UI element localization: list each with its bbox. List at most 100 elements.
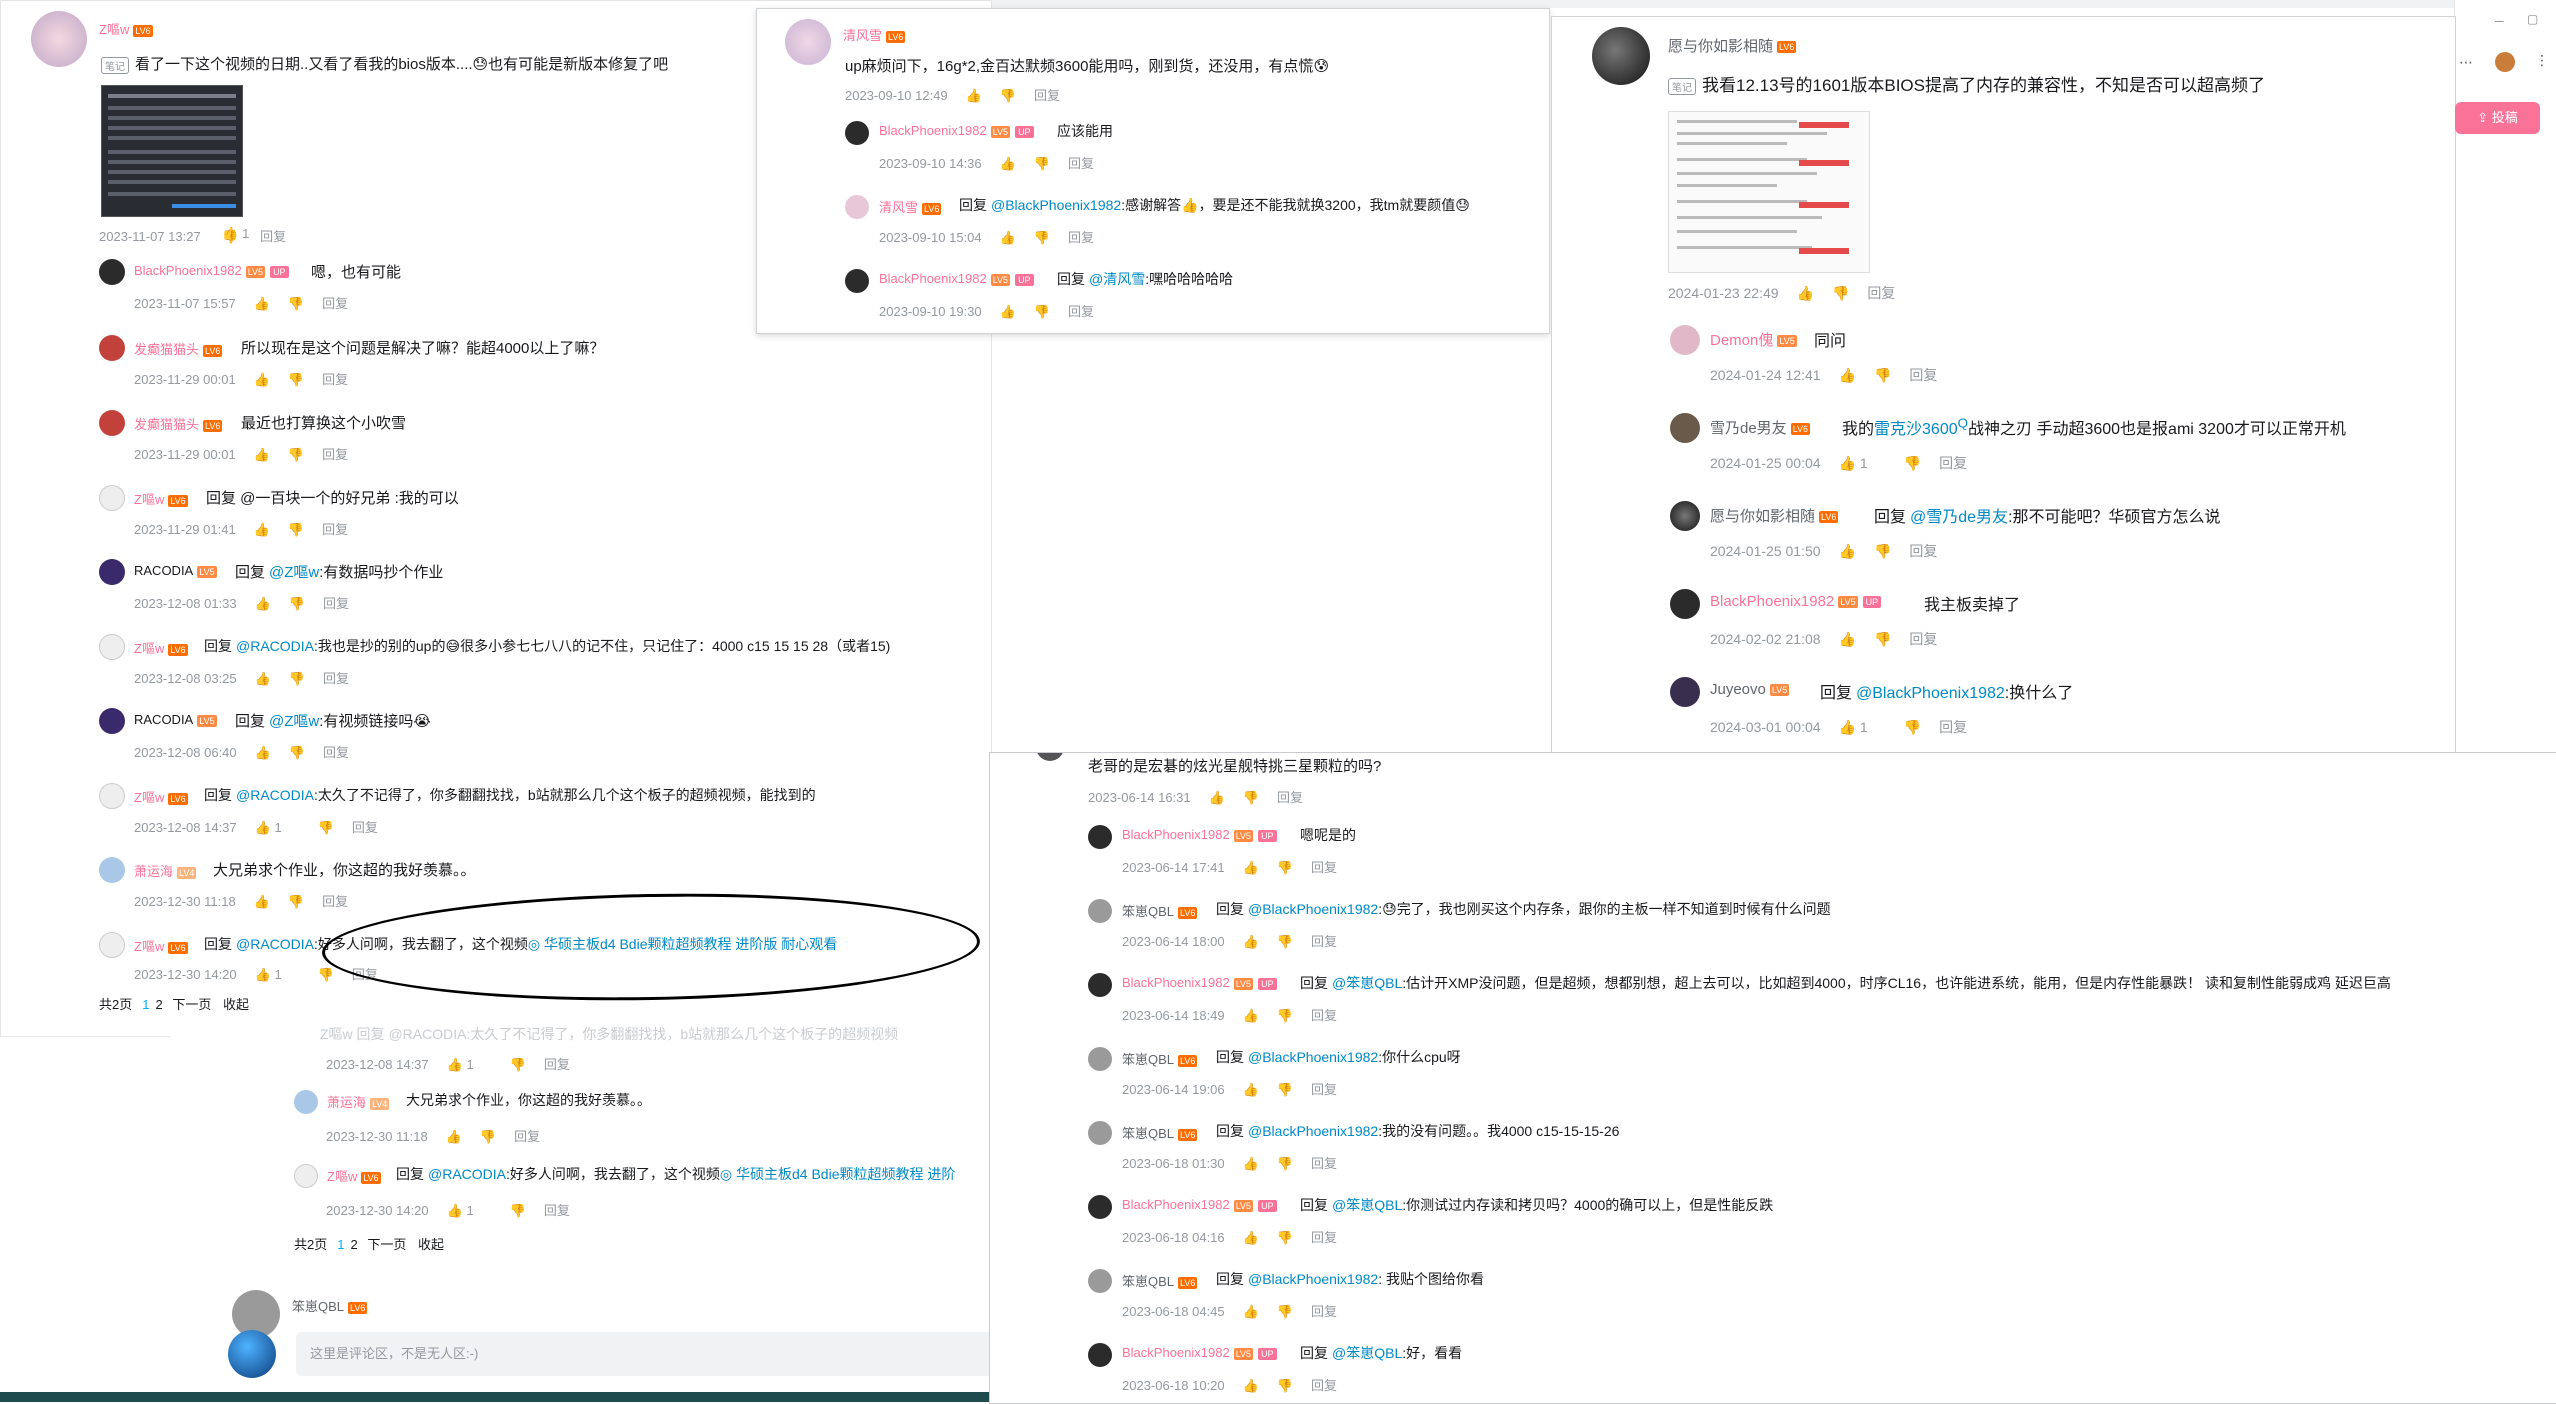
avatar[interactable] [1670,501,1700,531]
avatar[interactable] [1088,899,1112,923]
avatar[interactable] [99,857,125,883]
username[interactable]: RACODIA LV5 [134,712,217,727]
reply-button[interactable]: 回复 [544,1054,570,1073]
username[interactable]: Z嘔w LV6 [134,787,188,806]
avatar[interactable] [99,559,125,585]
mention-link[interactable]: @Z嘔w [269,564,319,581]
avatar[interactable] [294,1090,318,1114]
reply-button[interactable]: 回复 [1909,629,1937,649]
page-1[interactable]: 1 [337,1237,344,1252]
like-button[interactable]: 👍 [1243,1156,1259,1172]
mention-link[interactable]: @BlackPhoenix1982 [1248,1123,1378,1139]
dislike-button[interactable]: 👎 [1277,1304,1293,1320]
like-button[interactable]: 👍 [255,671,271,687]
username[interactable]: Demon傀 LV5 [1710,329,1797,350]
username[interactable]: 愿与你如影相随 LV6 [1710,505,1839,526]
avatar[interactable] [1088,825,1112,849]
dislike-button[interactable]: 👎 [289,745,305,761]
avatar[interactable] [99,335,125,361]
avatar[interactable] [31,11,87,67]
profile-icon[interactable] [2495,52,2515,72]
like-button[interactable]: 👍 [254,894,270,910]
mention-link[interactable]: @BlackPhoenix1982 [1856,685,2005,702]
user-avatar[interactable] [228,1330,276,1378]
like-button[interactable]: 👍 1 [255,820,300,836]
menu-icon[interactable]: ⋮ [2535,52,2549,69]
username[interactable]: 笨崽QBL LV6 [1122,1049,1198,1068]
dislike-button[interactable]: 👎 [1904,455,1921,472]
mention-link[interactable]: @BlackPhoenix1982 [1248,1049,1378,1065]
mention-link[interactable]: @BlackPhoenix1982 [1248,901,1378,917]
avatar[interactable] [294,1164,318,1188]
reply-button[interactable]: 回复 [322,293,348,312]
dislike-button[interactable]: 👎 [288,894,304,910]
avatar[interactable] [99,485,125,511]
username[interactable]: Z嘔w LV6 [134,489,188,508]
like-button[interactable]: 👍 [254,372,270,388]
mention-link[interactable]: @RACODIA [236,936,314,952]
like-button[interactable]: 👍 [1243,860,1259,876]
like-button[interactable]: 👍 [1000,230,1016,246]
reply-button[interactable]: 回复 [544,1200,570,1219]
mention-link[interactable]: @笨崽QBL [1332,975,1402,991]
like-button[interactable]: 👍 1 [1839,455,1886,472]
like-button[interactable]: 👍 1 [255,967,300,983]
like-button[interactable]: 👍 1 [222,226,267,242]
username[interactable]: RACODIA LV5 [134,563,217,578]
reply-button[interactable]: 回复 [322,444,348,463]
avatar[interactable] [1088,1343,1112,1367]
avatar[interactable] [1088,1269,1112,1293]
reply-button[interactable]: 回复 [1939,717,1967,737]
avatar[interactable] [845,195,869,219]
avatar[interactable] [99,259,125,285]
username[interactable]: 萧运海 LV4 [327,1092,390,1111]
window-maximize-icon[interactable]: ▢ [2527,12,2538,26]
reply-button[interactable]: 回复 [1068,227,1094,246]
like-button[interactable]: 👍 [1243,1304,1259,1320]
dislike-button[interactable]: 👎 [1277,1008,1293,1024]
dislike-button[interactable]: 👎 [1874,367,1891,384]
reply-button[interactable]: 回复 [1867,283,1895,303]
dislike-button[interactable]: 👎 [318,820,334,836]
video-link[interactable]: ◎ 华硕主板d4 Bdie颗粒超频教程 进阶 [720,1166,955,1182]
avatar[interactable] [1088,1047,1112,1071]
like-button[interactable]: 👍 [1839,631,1856,648]
dislike-button[interactable]: 👎 [1000,88,1016,104]
reply-button[interactable]: 回复 [1311,931,1337,950]
like-button[interactable]: 👍 1 [447,1057,492,1073]
avatar[interactable] [1088,973,1112,997]
username[interactable]: 萧运海 LV4 [134,861,197,880]
reply-button[interactable]: 回复 [352,817,378,836]
reply-button[interactable]: 回复 [322,891,348,910]
collapse-button[interactable]: 收起 [223,997,249,1012]
username[interactable]: BlackPhoenix1982 LV5 UP [879,271,1034,286]
collapse-button[interactable]: 收起 [418,1237,444,1252]
reply-button[interactable]: 回复 [322,519,348,538]
username[interactable]: Juyeovo LV5 [1710,681,1790,698]
avatar[interactable] [1088,1121,1112,1145]
username[interactable]: BlackPhoenix1982 LV5 UP [1122,827,1277,842]
dislike-button[interactable]: 👎 [288,522,304,538]
username[interactable]: 清风雪 LV6 [879,197,942,216]
bios-changelog-image[interactable] [1668,111,1870,273]
username[interactable]: Z嘔w LV6 [134,936,188,955]
like-button[interactable]: 👍 [1243,934,1259,950]
username[interactable]: Z嘔w LV6 [327,1166,381,1185]
reply-button[interactable]: 回复 [1068,153,1094,172]
dislike-button[interactable]: 👎 [289,596,305,612]
mention-link[interactable]: @BlackPhoenix1982 [991,197,1121,213]
dislike-button[interactable]: 👎 [1277,1082,1293,1098]
avatar[interactable] [1670,413,1700,443]
avatar[interactable] [99,634,125,660]
reply-button[interactable]: 回复 [1311,1227,1337,1246]
reply-button[interactable]: 回复 [1311,1301,1337,1320]
like-button[interactable]: 👍 [1243,1230,1259,1246]
extension-icon[interactable]: ⋯ [2459,54,2473,71]
reply-button[interactable]: 回复 [1311,857,1337,876]
dislike-button[interactable]: 👎 [510,1203,526,1219]
username[interactable]: Z嘔w LV6 [134,638,188,657]
dislike-button[interactable]: 👎 [318,967,334,983]
username[interactable]: 发癫猫猫头 LV6 [134,339,223,358]
dislike-button[interactable]: 👎 [1277,1156,1293,1172]
reply-button[interactable]: 回复 [1909,541,1937,561]
